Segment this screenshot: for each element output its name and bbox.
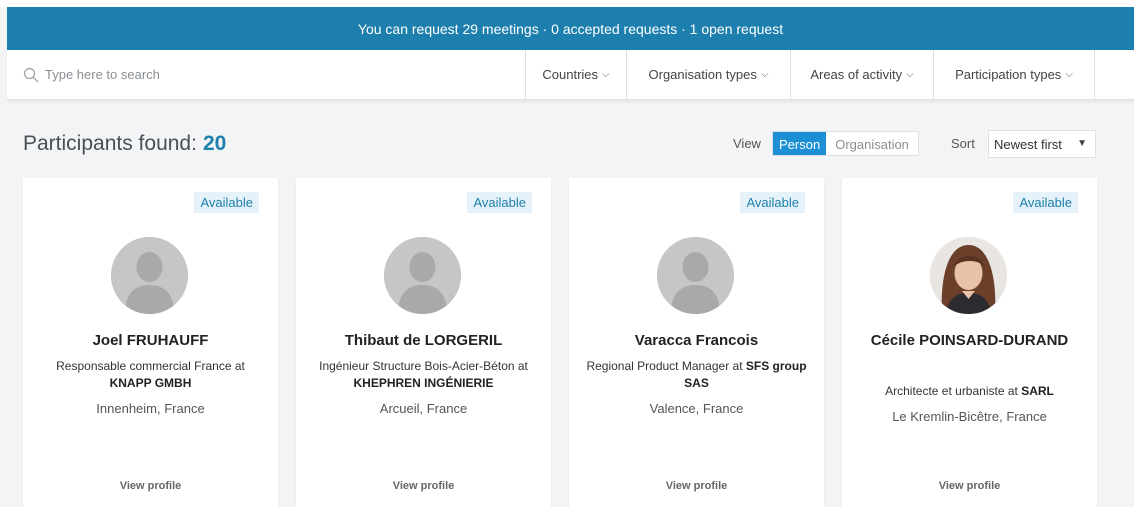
avatar	[657, 237, 734, 314]
participant-job-title: Regional Product Manager at	[586, 359, 743, 373]
filter-participation-types-label: Participation types	[955, 67, 1062, 82]
view-profile-link[interactable]: View profile	[569, 480, 824, 492]
participants-count: 20	[202, 132, 227, 155]
view-profile-link[interactable]: View profile	[842, 480, 1097, 492]
participant-card[interactable]: Available Varacca Francois Regional Prod…	[569, 178, 824, 507]
filter-areas-of-activity-label: Areas of activity	[810, 67, 903, 82]
view-profile-link[interactable]: View profile	[23, 480, 278, 492]
view-person-button[interactable]: Person	[773, 132, 827, 155]
view-organisation-button[interactable]: Organisation	[826, 132, 918, 155]
search-icon	[23, 67, 39, 82]
top-strip	[0, 0, 1134, 7]
avatar	[384, 237, 461, 314]
status-badge: Available	[467, 192, 532, 213]
chevron-down-icon: ⌵	[906, 69, 914, 80]
participant-location: Valence, France	[649, 401, 744, 416]
participant-role: Architecte et urbaniste at SARL	[856, 383, 1083, 400]
avatar	[111, 237, 188, 314]
search-box[interactable]	[7, 50, 526, 99]
participant-job-title: Responsable commercial France at	[56, 359, 245, 373]
participant-card[interactable]: Available Joel FRUHAUFF Responsable comm…	[23, 178, 278, 507]
sort-select[interactable]: Newest first ▼	[988, 130, 1096, 158]
status-badge: Available	[194, 192, 259, 213]
filter-countries-label: Countries	[542, 67, 599, 82]
participant-role: Responsable commercial France at KNAPP G…	[37, 358, 264, 392]
participant-location: Arcueil, France	[379, 401, 468, 416]
participant-name: Cécile POINSARD-DURAND	[870, 332, 1069, 349]
user-silhouette-icon	[657, 237, 734, 314]
chevron-down-icon: ⌵	[1065, 69, 1073, 80]
participant-company: SARL	[1021, 384, 1054, 398]
participant-role: Regional Product Manager at SFS group SA…	[583, 358, 810, 392]
participant-name: Joel FRUHAUFF	[92, 332, 209, 349]
participant-job-title: Architecte et urbaniste at	[885, 384, 1018, 398]
filter-organisation-types-label: Organisation types	[648, 67, 757, 82]
participant-name: Thibaut de LORGERIL	[344, 332, 503, 349]
user-silhouette-icon	[111, 237, 188, 314]
participant-company: KNAPP GMBH	[109, 376, 192, 390]
filter-organisation-types[interactable]: Organisation types ⌵	[627, 50, 791, 99]
filter-countries[interactable]: Countries ⌵	[526, 50, 627, 99]
filter-bar: Countries⌵ Organisation types⌵ Areas of …	[7, 50, 1134, 100]
profile-photo	[930, 237, 1007, 314]
caret-down-icon: ▼	[1077, 138, 1087, 149]
meeting-quota-banner: You can request 29 meetings · 0 accepted…	[7, 7, 1134, 50]
search-input[interactable]	[45, 67, 445, 82]
view-label: View	[733, 136, 761, 151]
filter-areas-of-activity[interactable]: Areas of activity ⌵	[791, 50, 934, 99]
view-profile-link[interactable]: View profile	[296, 480, 551, 492]
participant-location: Innenheim, France	[96, 401, 205, 416]
filter-participation-types[interactable]: Participation types ⌵	[934, 50, 1095, 99]
participant-name: Varacca Francois	[634, 332, 759, 349]
participants-found-label: Participants found:	[23, 132, 197, 155]
user-silhouette-icon	[384, 237, 461, 314]
avatar	[930, 237, 1007, 314]
status-badge: Available	[740, 192, 805, 213]
banner-text: You can request 29 meetings · 0 accepted…	[357, 20, 784, 37]
participants-found-heading: Participants found: 20	[23, 132, 226, 156]
participant-card[interactable]: Available Cécile POINSARD-DURAND Archite…	[842, 178, 1097, 507]
chevron-down-icon: ⌵	[760, 69, 769, 80]
participant-role: Ingénieur Structure Bois-Acier-Béton at …	[310, 358, 537, 392]
chevron-down-icon: ⌵	[602, 69, 610, 80]
participant-location: Le Kremlin-Bicêtre, France	[892, 409, 1047, 424]
participant-card[interactable]: Available Thibaut de LORGERIL Ingénieur …	[296, 178, 551, 507]
participant-company: KHEPHREN INGÉNIERIE	[353, 376, 494, 390]
participant-job-title: Ingénieur Structure Bois-Acier-Béton at	[319, 359, 528, 373]
sort-value: Newest first	[994, 136, 1062, 152]
view-toggle: Person Organisation	[772, 131, 919, 156]
sort-label: Sort	[951, 136, 975, 151]
status-badge: Available	[1013, 192, 1078, 213]
